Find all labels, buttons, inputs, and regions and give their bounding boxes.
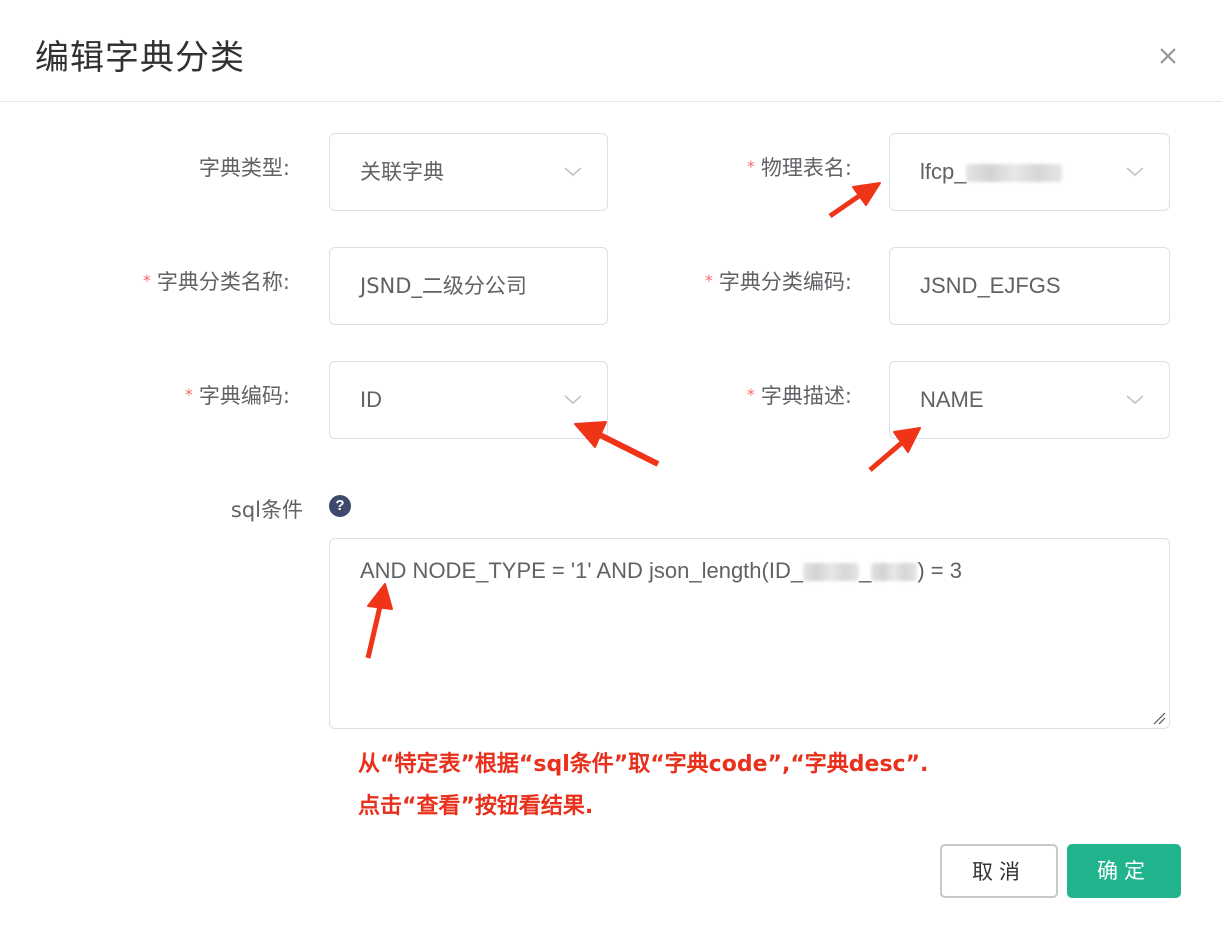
table-name-value: lfcp_ xyxy=(920,134,1063,210)
category-name-value: JSND_二级分公司 xyxy=(360,274,527,298)
dict-type-label: 字典类型: xyxy=(198,156,290,180)
resize-handle-icon[interactable] xyxy=(1152,711,1166,725)
sql-condition-value: AND NODE_TYPE = '1' AND json_length(ID_ _… xyxy=(360,558,962,583)
dict-code-select[interactable]: ID xyxy=(329,361,608,439)
help-icon[interactable]: ? xyxy=(329,495,351,517)
required-mark: * xyxy=(746,157,755,176)
dict-type-select[interactable]: 关联字典 xyxy=(329,133,608,211)
category-code-input[interactable]: JSND_EJFGS xyxy=(889,247,1170,325)
dict-desc-select[interactable]: NAME xyxy=(889,361,1170,439)
dict-code-value: ID xyxy=(360,387,382,412)
chevron-down-icon xyxy=(564,395,582,405)
table-name-select[interactable]: lfcp_ xyxy=(889,133,1170,211)
dialog-title: 编辑字典分类 xyxy=(35,38,245,78)
category-name-label: * 字典分类名称: xyxy=(142,270,290,294)
dict-type-value: 关联字典 xyxy=(360,160,444,184)
dict-code-label: * 字典编码: xyxy=(184,384,290,408)
table-name-label: * 物理表名: xyxy=(746,156,852,180)
cancel-button[interactable]: 取消 xyxy=(940,844,1058,898)
annotation-line-1: 从“特定表”根据“sql条件”取“字典code”,“字典desc”. xyxy=(358,752,929,777)
sql-condition-label: sql条件 xyxy=(230,498,303,522)
dialog-header: 编辑字典分类 xyxy=(0,0,1222,102)
arrow-icon xyxy=(828,182,881,219)
required-mark: * xyxy=(142,271,151,290)
category-code-value: JSND_EJFGS xyxy=(920,273,1061,298)
redacted-text xyxy=(871,563,918,582)
edit-dict-category-dialog: 编辑字典分类 字典类型: 关联字典 * 物理表名: lfcp_ * 字典分类名称: … xyxy=(0,0,1222,936)
required-mark: * xyxy=(704,271,713,290)
required-mark: * xyxy=(746,385,755,404)
redacted-text xyxy=(966,164,1063,183)
category-code-label: * 字典分类编码: xyxy=(704,270,852,294)
chevron-down-icon xyxy=(564,167,582,177)
dict-desc-value: NAME xyxy=(920,387,984,412)
confirm-button[interactable]: 确定 xyxy=(1067,844,1181,898)
close-icon[interactable] xyxy=(1154,42,1182,70)
required-mark: * xyxy=(184,385,193,404)
category-name-input[interactable]: JSND_二级分公司 xyxy=(329,247,608,325)
sql-condition-textarea[interactable]: AND NODE_TYPE = '1' AND json_length(ID_ _… xyxy=(329,538,1170,729)
annotation-line-2: 点击“查看”按钮看结果. xyxy=(358,794,594,819)
chevron-down-icon xyxy=(1126,167,1144,177)
chevron-down-icon xyxy=(1126,395,1144,405)
redacted-text xyxy=(803,563,860,582)
dict-desc-label: * 字典描述: xyxy=(746,384,852,408)
